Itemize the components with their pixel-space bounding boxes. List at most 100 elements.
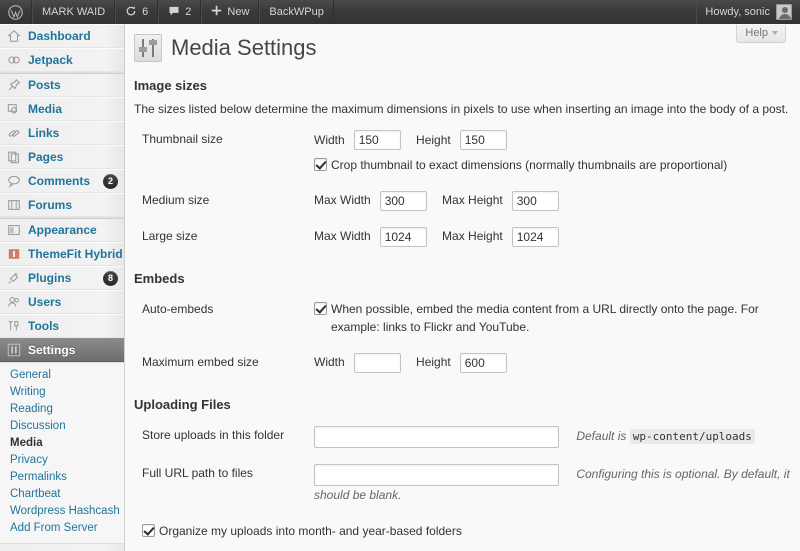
new-label: New	[227, 6, 250, 18]
submenu-item-discussion[interactable]: Discussion	[0, 418, 124, 435]
site-name-label: MARK WAID	[42, 6, 106, 18]
admin-bar-backwpup[interactable]: BackWPup	[259, 0, 334, 24]
large-width-label: Max Width	[314, 229, 371, 244]
large-width-input[interactable]	[379, 226, 427, 247]
auto-embeds-checkbox-label: When possible, embed the media content f…	[331, 301, 759, 335]
updates-icon	[125, 5, 137, 20]
themefit-icon	[6, 246, 22, 262]
thumbnail-height-input[interactable]	[459, 130, 507, 150]
dashboard-home-icon	[6, 28, 22, 44]
help-tab-button[interactable]: Help	[736, 25, 786, 43]
thumbnail-width-input[interactable]	[353, 130, 401, 150]
submenu-item-reading[interactable]: Reading	[0, 401, 124, 418]
thumbnail-width-label: Width	[314, 132, 345, 147]
sidebar-item-label: Pages	[28, 150, 64, 164]
sidebar-item-posts[interactable]: Posts	[0, 73, 124, 97]
crop-thumbnail-label: Crop thumbnail to exact dimensions (norm…	[331, 158, 728, 172]
section-heading-embeds: Embeds	[134, 270, 185, 286]
media-settings-sliders-icon	[134, 34, 162, 62]
store-uploads-label: Store uploads in this folder	[142, 427, 285, 442]
submenu-item-media[interactable]: Media	[0, 435, 124, 452]
sidebar-item-label: ThemeFit Hybrid	[28, 247, 123, 261]
large-height-label: Max Height	[442, 229, 503, 244]
medium-width-input[interactable]	[379, 190, 427, 211]
pin-icon	[6, 77, 22, 93]
sidebar-item-comments[interactable]: Comments 2	[0, 169, 124, 193]
sidebar-item-tools[interactable]: Tools	[0, 314, 124, 338]
submenu-item-permalinks[interactable]: Permalinks	[0, 469, 124, 486]
organize-uploads-checkbox[interactable]	[142, 524, 155, 538]
auto-embeds-label: Auto-embeds	[142, 301, 214, 316]
sidebar-item-plugins[interactable]: Plugins 8	[0, 266, 124, 290]
medium-size-label: Medium size	[142, 192, 210, 207]
submenu-item-add-from-server[interactable]: Add From Server	[0, 520, 124, 537]
forums-icon	[6, 197, 22, 213]
admin-bar-new[interactable]: New	[201, 0, 260, 24]
crop-thumbnail-row: Crop thumbnail to exact dimensions (norm…	[314, 156, 784, 175]
comment-bubble-icon	[6, 173, 22, 189]
medium-height-input[interactable]	[511, 190, 559, 211]
full-url-path-label: Full URL path to files	[142, 465, 253, 480]
media-photo-icon	[6, 101, 22, 117]
wordpress-logo-icon[interactable]	[0, 0, 32, 24]
sidebar-item-appearance[interactable]: Appearance	[0, 218, 124, 242]
sidebar-item-label: Plugins	[28, 271, 72, 285]
users-icon	[6, 294, 22, 310]
sidebar-item-themefit-hybrid[interactable]: ThemeFit Hybrid	[0, 242, 124, 266]
embed-width-field: Width	[314, 352, 401, 373]
auto-embeds-checkbox[interactable]	[314, 301, 327, 315]
sidebar-item-label: Settings	[28, 343, 76, 357]
updates-count: 6	[142, 6, 149, 18]
plugins-count-badge: 8	[103, 270, 118, 286]
thumbnail-size-label: Thumbnail size	[142, 132, 223, 146]
crop-thumbnail-checkbox[interactable]	[314, 158, 327, 171]
admin-bar-site-name[interactable]: MARK WAID	[32, 0, 116, 24]
admin-bar-comments[interactable]: 2	[158, 0, 202, 24]
sidebar-item-media[interactable]: Media	[0, 97, 124, 121]
sidebar-item-forums[interactable]: Forums	[0, 193, 124, 217]
thumbnail-height-label: Height	[416, 132, 451, 147]
sidebar-item-jetpack[interactable]: Jetpack	[0, 48, 124, 72]
sidebar-item-label: Links	[28, 126, 60, 140]
large-width-field: Max Width	[314, 226, 427, 247]
pages-icon	[6, 149, 22, 165]
sidebar-item-links[interactable]: Links	[0, 121, 124, 145]
embed-height-field: Height	[416, 352, 507, 373]
comments-count: 2	[185, 6, 192, 18]
uploading-files-table: Store uploads in this folder Default is …	[134, 418, 794, 549]
sidebar-item-settings[interactable]: Settings	[0, 338, 124, 362]
sidebar-item-label: Users	[28, 295, 62, 309]
large-height-input[interactable]	[511, 226, 559, 247]
submenu-item-writing[interactable]: Writing	[0, 384, 124, 401]
submenu-item-chartbeat[interactable]: Chartbeat	[0, 486, 124, 503]
backwpup-label: BackWPup	[269, 6, 324, 18]
submenu-item-general[interactable]: General	[0, 367, 124, 384]
embed-width-input[interactable]	[353, 352, 401, 373]
submenu-item-privacy[interactable]: Privacy	[0, 452, 124, 469]
sidebar-group-content: Posts Media Links Pages Comments 2 Forum…	[0, 73, 124, 218]
admin-bar-my-account[interactable]: Howdy, sonic	[696, 0, 800, 24]
link-chain-icon	[6, 125, 22, 141]
admin-bar-updates[interactable]: 6	[115, 0, 159, 24]
embed-width-label: Width	[314, 355, 345, 370]
settings-submenu: General Writing Reading Discussion Media…	[0, 363, 124, 544]
table-row-auto-embeds: Auto-embeds When possible, embed the med…	[134, 292, 794, 345]
admin-bar-spacer	[334, 0, 697, 24]
chevron-down-icon	[772, 31, 778, 35]
sidebar-group-admin: Appearance ThemeFit Hybrid Plugins 8 Use…	[0, 218, 124, 363]
organize-uploads-label: Organize my uploads into month- and year…	[159, 524, 462, 539]
medium-height-label: Max Height	[442, 193, 503, 208]
tools-icon	[6, 318, 22, 334]
sidebar-item-dashboard[interactable]: Dashboard	[0, 24, 124, 48]
sidebar-item-users[interactable]: Users	[0, 290, 124, 314]
section-heading-image-sizes: Image sizes	[134, 78, 207, 93]
sidebar-item-pages[interactable]: Pages	[0, 145, 124, 169]
embed-height-input[interactable]	[459, 352, 507, 373]
maximum-embed-size-label: Maximum embed size	[142, 354, 259, 369]
full-url-path-input[interactable]	[314, 463, 559, 486]
thumbnail-height-field: Height	[416, 130, 507, 150]
thumbnail-width-field: Width	[314, 130, 401, 150]
medium-width-field: Max Width	[314, 190, 427, 211]
submenu-item-wordpress-hashcash[interactable]: Wordpress Hashcash	[0, 503, 124, 520]
store-uploads-input[interactable]	[314, 425, 559, 448]
